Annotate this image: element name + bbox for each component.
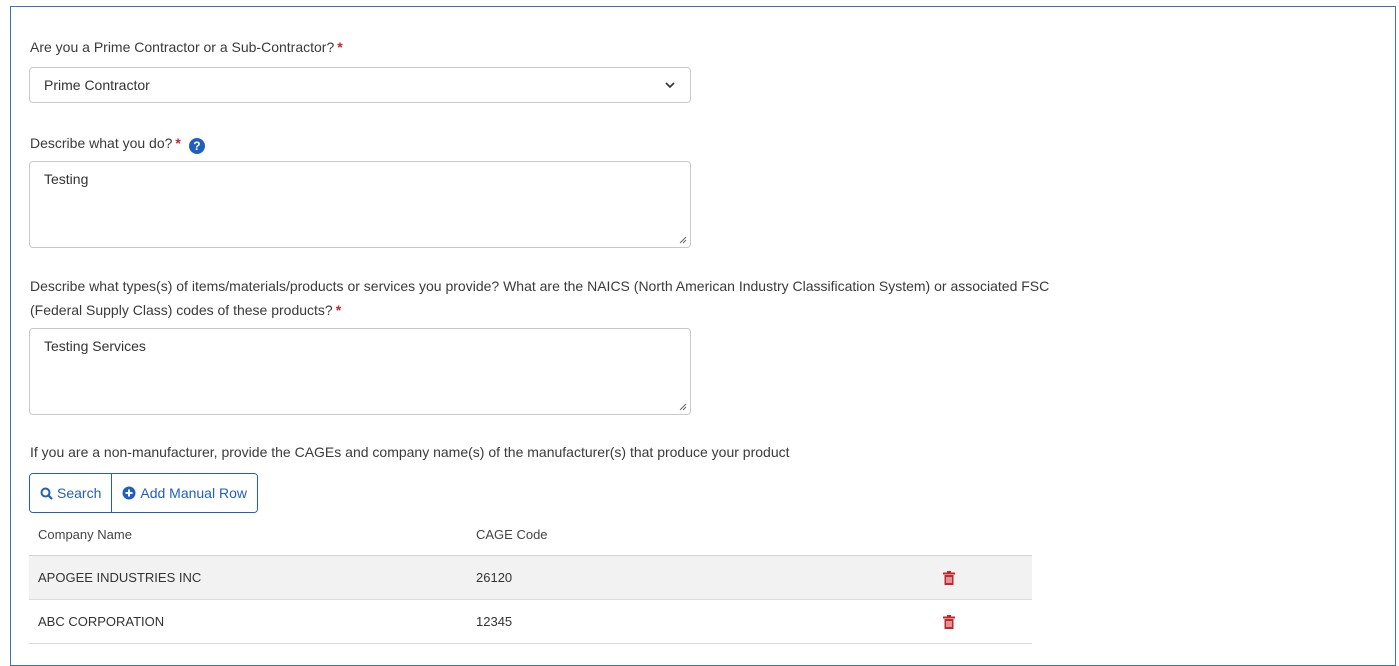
- add-manual-row-label: Add Manual Row: [140, 485, 247, 501]
- describe-question-label: Describe what you do? *?: [30, 133, 205, 154]
- required-asterisk: *: [335, 302, 342, 318]
- question-text-line2: (Federal Supply Class) codes of these pr…: [30, 302, 333, 318]
- table-row: APOGEE INDUSTRIES INC 26120: [29, 556, 1032, 600]
- question-text-line1: Describe what types(s) of items/material…: [30, 278, 1050, 294]
- search-icon: [40, 487, 53, 500]
- question-text: If you are a non-manufacturer, provide t…: [30, 444, 790, 460]
- company-name-cell: ABC CORPORATION: [38, 614, 165, 629]
- cage-code-cell: 26120: [476, 570, 513, 585]
- select-value: Prime Contractor: [44, 77, 150, 93]
- manufacturer-question-label: If you are a non-manufacturer, provide t…: [30, 442, 790, 462]
- question-text: Are you a Prime Contractor or a Sub-Cont…: [30, 39, 335, 55]
- contractor-type-select[interactable]: Prime Contractor: [29, 67, 691, 103]
- help-icon[interactable]: ?: [188, 138, 205, 154]
- describe-textarea[interactable]: Testing: [29, 161, 691, 248]
- resize-grip-icon[interactable]: [678, 402, 687, 411]
- prime-sub-question-label: Are you a Prime Contractor or a Sub-Cont…: [30, 37, 343, 57]
- question-text: Describe what you do?: [30, 135, 173, 151]
- textarea-value: Testing: [44, 171, 89, 187]
- trash-icon[interactable]: [943, 570, 955, 585]
- manufacturer-table: Company Name CAGE Code APOGEE INDUSTRIES…: [29, 513, 1032, 644]
- trash-icon[interactable]: [943, 614, 955, 629]
- table-row: ABC CORPORATION 12345: [29, 600, 1032, 644]
- items-textarea[interactable]: Testing Services: [29, 328, 691, 415]
- plus-circle-icon: [122, 486, 136, 500]
- cage-code-cell: 12345: [476, 614, 513, 629]
- resize-grip-icon[interactable]: [678, 235, 687, 244]
- items-question-label: Describe what types(s) of items/material…: [30, 276, 1390, 320]
- textarea-value: Testing Services: [44, 338, 146, 354]
- add-manual-row-button[interactable]: Add Manual Row: [111, 474, 257, 512]
- column-header-cage-code: CAGE Code: [476, 526, 548, 542]
- search-button-label: Search: [57, 485, 102, 501]
- column-header-company-name: Company Name: [38, 526, 132, 542]
- company-name-cell: APOGEE INDUSTRIES INC: [38, 570, 202, 585]
- chevron-down-icon: [665, 82, 675, 89]
- required-asterisk: *: [337, 39, 343, 55]
- manufacturer-button-group: Search Add Manual Row: [29, 473, 258, 513]
- table-header-row: Company Name CAGE Code: [29, 513, 1032, 556]
- required-asterisk: *: [175, 135, 181, 151]
- search-button[interactable]: Search: [30, 474, 112, 512]
